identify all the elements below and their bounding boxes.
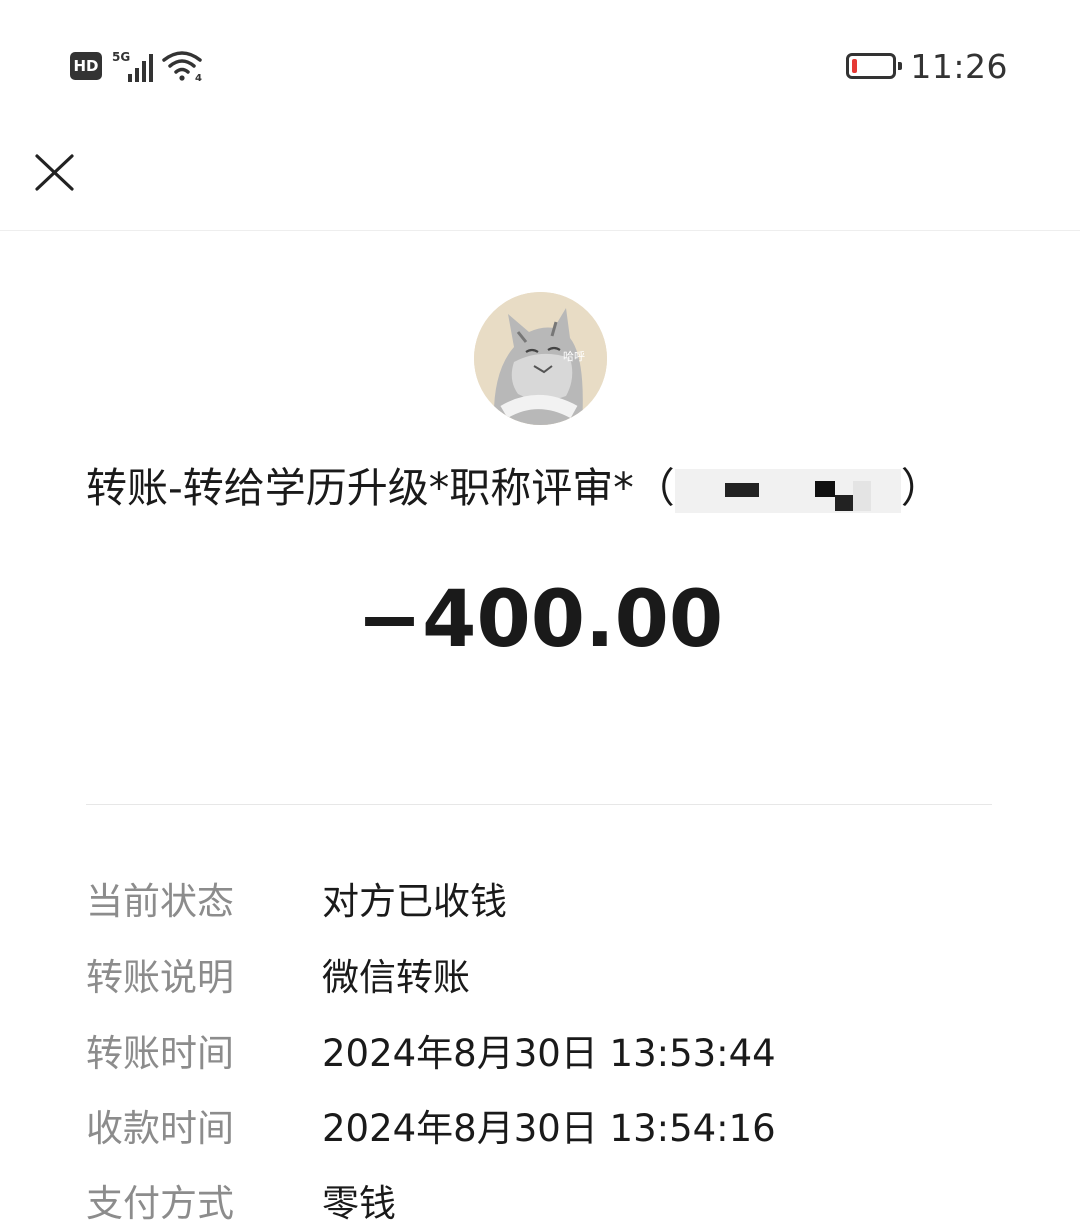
detail-row-payment-method: 支付方式 零钱	[86, 1170, 1006, 1230]
detail-label: 当前状态	[86, 880, 234, 923]
detail-label: 转账说明	[86, 956, 234, 999]
detail-row-received-time: 收款时间 2024年8月30日 13:54:16	[86, 1095, 1006, 1155]
status-time: 11:26	[910, 46, 1008, 86]
transfer-title-text: 转账-转给学历升级*职称评审*（	[86, 464, 675, 512]
close-icon	[35, 154, 74, 191]
divider	[86, 804, 992, 805]
status-left: HD 5G 4	[70, 46, 206, 86]
avatar: 哈呼	[474, 292, 607, 425]
detail-value: 2024年8月30日 13:54:16	[322, 1107, 776, 1150]
transfer-amount: −400.00	[356, 575, 724, 665]
battery-icon	[846, 53, 903, 79]
battery-level	[852, 59, 858, 73]
detail-row-transfer-time: 转账时间 2024年8月30日 13:53:44	[86, 1020, 1006, 1080]
detail-label: 支付方式	[86, 1182, 234, 1225]
hd-badge: HD	[70, 52, 102, 80]
redacted-name	[674, 469, 901, 513]
cat-avatar-image: 哈呼	[474, 292, 607, 425]
detail-value: 微信转账	[322, 956, 470, 999]
close-button[interactable]	[28, 138, 82, 192]
detail-value: 对方已收钱	[322, 880, 507, 923]
status-right: 11:26	[846, 46, 1008, 86]
detail-label: 转账时间	[86, 1032, 234, 1075]
transfer-title: 转账-转给学历升级*职称评审*（ ）	[86, 458, 1006, 518]
detail-label: 收款时间	[86, 1107, 234, 1150]
status-bar: HD 5G 4 11:26	[0, 0, 1080, 130]
detail-value: 零钱	[322, 1182, 396, 1225]
detail-row-description: 转账说明 微信转账	[86, 944, 1006, 1004]
transfer-title-suffix: ）	[900, 464, 942, 512]
wifi-icon: 4	[162, 51, 202, 84]
network-type-label: 5G	[112, 50, 130, 64]
detail-row-status: 当前状态 对方已收钱	[86, 868, 1006, 928]
avatar-caption: 哈呼	[563, 350, 585, 363]
cellular-signal-icon: 5G	[112, 50, 153, 82]
wifi-gen-label: 4	[195, 73, 202, 84]
nav-bar	[0, 130, 1080, 231]
detail-value: 2024年8月30日 13:53:44	[322, 1032, 776, 1075]
